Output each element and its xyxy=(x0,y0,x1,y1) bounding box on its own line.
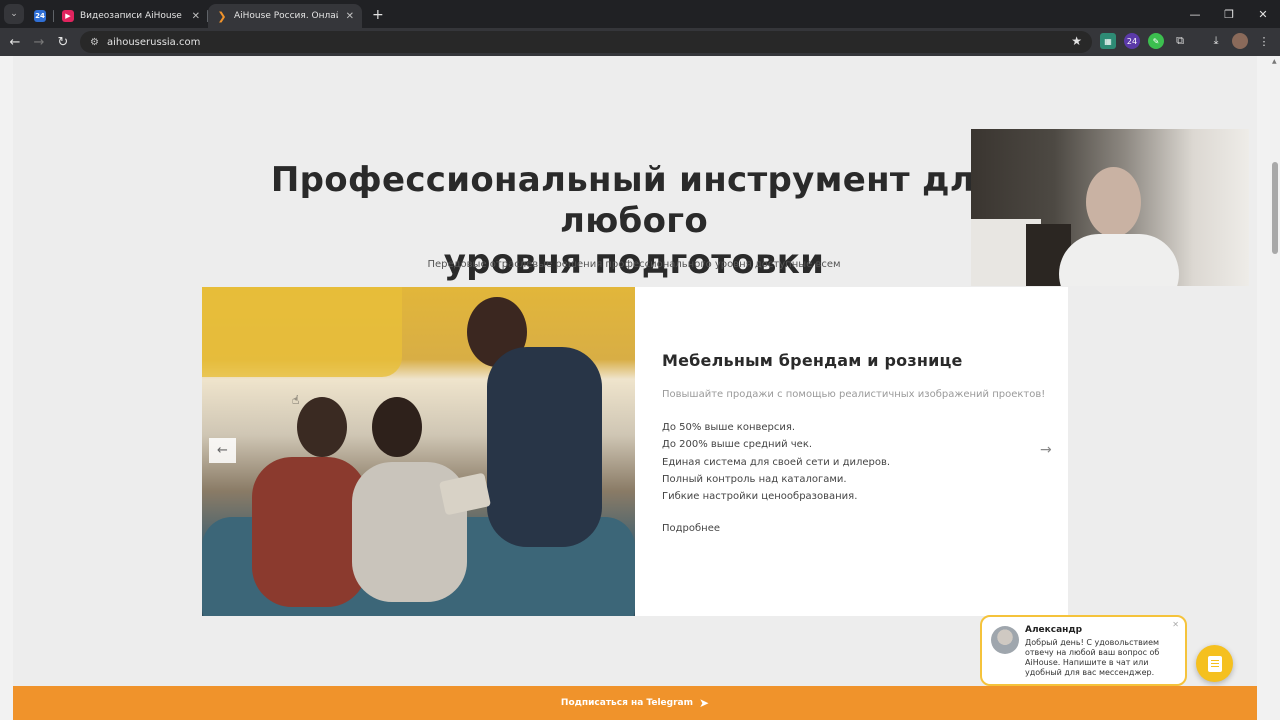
page-margin-left xyxy=(0,56,13,720)
tab-aihouse[interactable]: ❯ AiHouse Россия. Онлайн-прог ✕ xyxy=(208,4,362,28)
chat-greeting-bubble[interactable]: Александр Добрый день! С удовольствием о… xyxy=(980,615,1187,686)
page-scrollbar[interactable]: ▲ xyxy=(1270,56,1280,720)
webcam-person-shirt xyxy=(1059,234,1179,286)
telegram-plane-icon: ➤ xyxy=(699,696,710,710)
bookmark-star-icon[interactable]: ★ xyxy=(1071,34,1082,48)
slide-content: Мебельным брендам и рознице Повышайте пр… xyxy=(635,287,1068,616)
headline-line-1: Профессиональный инструмент для любого xyxy=(270,160,998,241)
browser-menu-icon[interactable]: ⋮ xyxy=(1256,33,1272,49)
section-subline: Передовые отраслевые решения профессиона… xyxy=(427,259,841,270)
profile-avatar[interactable] xyxy=(1232,33,1248,49)
photo-background-shelf xyxy=(202,287,402,377)
extension-badge-icon[interactable]: 24 xyxy=(1124,33,1140,49)
tab-video-records[interactable]: ▶ Видеозаписи AiHouse Россия ✕ xyxy=(54,4,208,28)
chat-document-icon xyxy=(1207,655,1222,672)
browser-toolbar: ← → ↻ ⚙ aihouserussia.com ★ ▦ 24 ✎ ⧉ ⤓ ⋮ xyxy=(0,28,1280,56)
extension-grid-icon[interactable]: ▦ xyxy=(1100,33,1116,49)
list-item: До 200% выше средний чек. xyxy=(662,439,813,451)
close-tab-icon[interactable]: ✕ xyxy=(192,11,200,22)
site-settings-icon[interactable]: ⚙ xyxy=(90,37,99,48)
extensions-puzzle-icon[interactable]: ⧉ xyxy=(1172,33,1188,49)
list-item: Гибкие настройки ценообразования. xyxy=(662,491,858,503)
forward-arrow-icon[interactable]: → xyxy=(27,35,51,50)
chat-open-button[interactable] xyxy=(1196,645,1233,682)
arrow-left-icon: ← xyxy=(217,443,228,458)
video-favicon-icon: ▶ xyxy=(62,10,74,22)
slider-next-button[interactable]: → xyxy=(1040,442,1052,458)
slide-lead: Повышайте продажи с помощью реалистичных… xyxy=(662,389,1046,400)
slider-prev-button[interactable]: ← xyxy=(209,438,236,463)
photo-person-head xyxy=(297,397,347,457)
chat-agent-avatar xyxy=(991,626,1019,654)
extension-leaf-icon[interactable]: ✎ xyxy=(1148,33,1164,49)
tab-title: Видеозаписи AiHouse Россия xyxy=(80,11,184,21)
photo-person-head xyxy=(372,397,422,457)
telegram-label: Подписаться на Telegram xyxy=(560,698,693,708)
vk-video-favicon-icon: 24 xyxy=(34,10,46,22)
tab-search-button[interactable]: ⌄ xyxy=(4,4,24,24)
scrollbar-thumb[interactable] xyxy=(1272,162,1278,254)
webcam-person-head xyxy=(1086,167,1141,237)
url-text: aihouserussia.com xyxy=(106,36,201,48)
slide-title: Мебельным брендам и рознице xyxy=(662,351,963,370)
address-bar[interactable]: ⚙ aihouserussia.com ★ xyxy=(80,31,1092,53)
extensions-area: ▦ 24 ✎ ⧉ ⤓ ⋮ xyxy=(1100,33,1272,49)
close-icon[interactable]: ✕ xyxy=(1172,620,1179,629)
reload-icon[interactable]: ↻ xyxy=(51,35,75,50)
slide-photo xyxy=(202,287,635,616)
webcam-overlay xyxy=(971,129,1249,286)
photo-person-shirt xyxy=(252,457,367,607)
list-item: Единая система для своей сети и дилеров. xyxy=(662,456,891,468)
aihouse-favicon-icon: ❯ xyxy=(217,9,227,23)
mouse-cursor-icon: ☝ xyxy=(292,393,300,407)
download-icon[interactable]: ⤓ xyxy=(1208,33,1224,49)
minimize-icon[interactable]: — xyxy=(1178,8,1212,21)
scroll-up-icon[interactable]: ▲ xyxy=(1272,58,1277,65)
telegram-subscribe-bar[interactable]: Подписаться на Telegram ➤ xyxy=(13,686,1257,720)
page-margin-right xyxy=(1257,56,1270,720)
photo-person-shirt xyxy=(487,347,602,547)
back-arrow-icon[interactable]: ← xyxy=(3,35,27,50)
browser-tab-bar: ⌄ 24 ▶ Видеозаписи AiHouse Россия ✕ ❯ Ai… xyxy=(0,0,1280,28)
window-controls: — ❐ ✕ xyxy=(1178,0,1280,28)
list-item: Полный контроль над каталогами. xyxy=(662,473,847,485)
close-window-icon[interactable]: ✕ xyxy=(1246,8,1280,21)
tab-title: AiHouse Россия. Онлайн-прог xyxy=(234,11,338,21)
arrow-right-icon: → xyxy=(1040,442,1052,458)
close-tab-icon[interactable]: ✕ xyxy=(346,11,354,22)
more-link[interactable]: Подробнее xyxy=(662,523,720,534)
chat-message: Добрый день! С удовольствием отвечу на л… xyxy=(1025,638,1160,677)
restore-icon[interactable]: ❐ xyxy=(1212,8,1246,21)
page-viewport: Профессиональный инструмент для любого у… xyxy=(0,56,1280,720)
new-tab-button[interactable]: + xyxy=(372,7,384,23)
list-item: До 50% выше конверсия. xyxy=(662,422,796,433)
chat-agent-name: Александр xyxy=(1025,625,1083,635)
chevron-down-icon: ⌄ xyxy=(10,9,18,19)
slide-benefits-list: До 50% выше конверсия. До 200% выше сред… xyxy=(662,419,890,505)
tab-pinned[interactable]: 24 xyxy=(28,4,54,28)
